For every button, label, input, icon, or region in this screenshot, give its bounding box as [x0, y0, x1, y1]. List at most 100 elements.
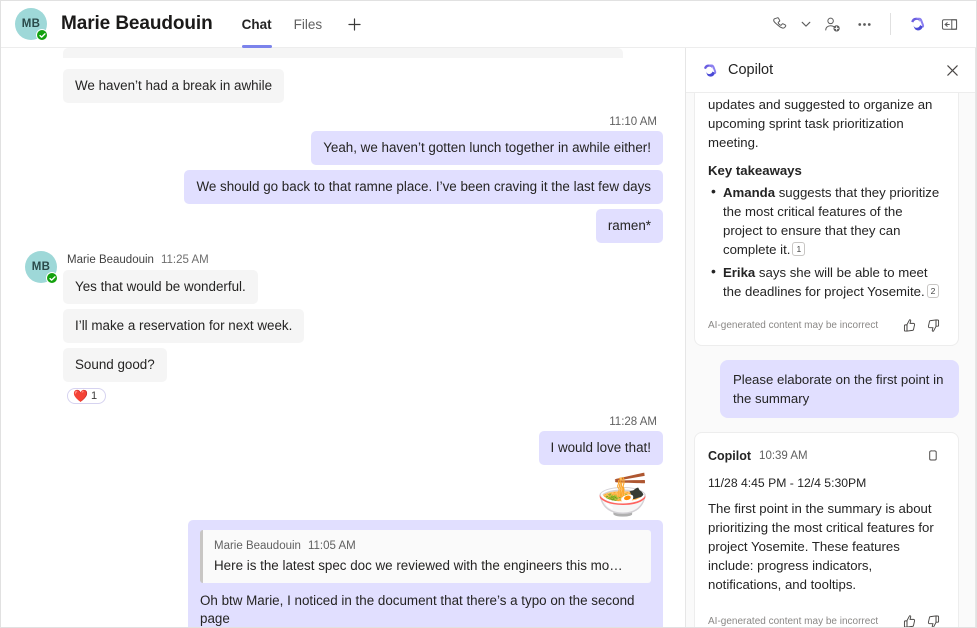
copilot-icon — [907, 14, 927, 34]
copilot-title: Copilot — [728, 62, 938, 78]
message-row: Yeah, we haven’t gotten lunch together i… — [15, 131, 663, 170]
copilot-summary-card: updates and suggested to organize an upc… — [694, 93, 959, 346]
takeaway-name: Amanda — [723, 185, 775, 200]
chat-header: MB Marie Beaudouin Chat Files — [1, 1, 976, 48]
panel-toggle-icon — [940, 15, 959, 34]
copy-button[interactable] — [923, 445, 945, 467]
list-item: Amanda suggests that they prioritize the… — [708, 183, 945, 259]
copilot-conversation[interactable]: updates and suggested to organize an upc… — [686, 93, 976, 627]
message-timestamp: 11:10 AM — [609, 116, 657, 128]
copilot-scrollbar[interactable] — [975, 48, 976, 627]
message-row: ramen* — [15, 209, 663, 248]
message-timestamp-row: 11:10 AM — [15, 108, 663, 131]
message-sender: Marie Beaudouin — [67, 254, 154, 266]
message-bubble[interactable]: Yes that would be wonderful. — [63, 270, 258, 304]
message-bubble[interactable]: ramen* — [596, 209, 663, 243]
message-content — [63, 48, 663, 69]
message-bubble[interactable]: I’ll make a reservation for next week. — [63, 309, 304, 343]
thumbs-down-icon — [926, 318, 941, 333]
header-divider — [890, 13, 891, 35]
message-text: Oh btw Marie, I noticed in the document … — [200, 592, 651, 627]
response-date-range: 11/28 4:45 PM - 12/4 5:30PM — [708, 476, 945, 490]
message-clipped — [15, 48, 663, 69]
message-row: We haven’t had a break in awhile — [15, 69, 663, 108]
presence-available-icon — [46, 272, 58, 284]
call-button[interactable] — [765, 9, 795, 39]
quote-sender: Marie Beaudouin — [214, 540, 301, 552]
heart-icon: ❤️ — [73, 390, 88, 402]
response-author: Copilot — [708, 449, 751, 463]
message-bubble[interactable]: We should go back to that ramne place. I… — [184, 170, 663, 204]
thumbs-down-button[interactable] — [921, 609, 945, 627]
copilot-panel: Copilot updates and suggested to organiz… — [685, 48, 976, 627]
avatar[interactable]: MB — [15, 8, 47, 40]
page-title: Marie Beaudouin — [61, 13, 213, 35]
message-bubble[interactable]: I would love that! — [539, 431, 664, 465]
message-content: Marie Beaudouin 11:25 AM Yes that would b… — [63, 248, 663, 408]
message-row: Marie Beaudouin11:05 AM Here is the late… — [15, 520, 663, 627]
takeaway-name: Erika — [723, 265, 755, 280]
copilot-header: Copilot — [686, 48, 976, 93]
copilot-user-prompt[interactable]: Please elaborate on the first point in t… — [720, 360, 959, 418]
copilot-button[interactable] — [902, 9, 932, 39]
ai-disclaimer: AI-generated content may be incorrect — [708, 320, 897, 331]
close-icon — [945, 63, 960, 78]
add-tab-button[interactable] — [339, 9, 369, 39]
citation-badge[interactable]: 2 — [927, 284, 940, 298]
message-bubble[interactable]: Sound good? — [63, 348, 167, 382]
response-timestamp: 10:39 AM — [759, 450, 923, 462]
summary-paragraph: updates and suggested to organize an upc… — [708, 95, 945, 152]
add-people-button[interactable] — [817, 9, 847, 39]
citation-badge[interactable]: 1 — [792, 242, 805, 256]
tab-files[interactable]: Files — [283, 1, 334, 48]
copy-icon — [927, 449, 941, 463]
close-copilot-button[interactable] — [938, 56, 966, 84]
thumbs-up-icon — [902, 614, 917, 628]
message-timestamp: 11:25 AM — [161, 254, 209, 266]
chat-tabs: Chat Files — [231, 1, 370, 48]
message-timestamp-row: 11:28 AM — [15, 408, 663, 431]
more-options-button[interactable] — [849, 9, 879, 39]
message-row: I would love that! — [15, 431, 663, 470]
message-gutter — [15, 48, 63, 69]
reaction-pill[interactable]: ❤️ 1 — [67, 388, 106, 404]
ramen-emoji-icon[interactable]: 🍜 — [597, 474, 649, 516]
key-takeaways-heading: Key takeaways — [708, 163, 945, 178]
chevron-down-icon — [800, 18, 812, 30]
thumbs-up-icon — [902, 318, 917, 333]
thumbs-up-button[interactable] — [897, 609, 921, 627]
call-options-button[interactable] — [797, 9, 815, 39]
key-takeaways-list: Amanda suggests that they prioritize the… — [708, 183, 945, 301]
tab-chat[interactable]: Chat — [231, 1, 283, 48]
avatar[interactable]: MB — [25, 251, 57, 283]
tab-files-label: Files — [294, 17, 323, 32]
call-icon — [771, 15, 790, 34]
thumbs-down-button[interactable] — [921, 313, 945, 337]
thumbs-down-icon — [926, 614, 941, 628]
message-meta: Marie Beaudouin 11:25 AM — [67, 254, 663, 266]
teams-chat-window: MB Marie Beaudouin Chat Files — [0, 0, 977, 628]
thumbs-up-button[interactable] — [897, 313, 921, 337]
message-bubble-with-quote[interactable]: Marie Beaudouin11:05 AM Here is the late… — [188, 520, 663, 627]
message-group: MB Marie Beaudouin 11:25 AM Yes that woul… — [15, 248, 663, 408]
tab-chat-label: Chat — [242, 17, 272, 32]
more-options-icon — [855, 15, 874, 34]
message-content: We haven’t had a break in awhile — [63, 69, 663, 108]
copilot-icon — [700, 61, 719, 80]
copilot-response-card: Copilot 10:39 AM 11/28 4:45 PM - 12/4 5:… — [694, 432, 959, 627]
toggle-side-panel-button[interactable] — [934, 9, 964, 39]
plus-icon — [346, 16, 363, 33]
message-timestamp: 11:28 AM — [609, 416, 657, 428]
message-bubble[interactable]: Yeah, we haven’t gotten lunch together i… — [311, 131, 663, 165]
copilot-card-footer: AI-generated content may be incorrect — [708, 605, 945, 627]
quoted-message[interactable]: Marie Beaudouin11:05 AM Here is the late… — [200, 530, 651, 583]
copilot-response-header: Copilot 10:39 AM — [708, 445, 945, 467]
chat-message-list[interactable]: We haven’t had a break in awhile 11:10 A… — [1, 48, 685, 627]
message-gutter: MB — [15, 248, 63, 408]
quote-meta: Marie Beaudouin11:05 AM — [214, 537, 641, 555]
message-gutter — [15, 69, 63, 108]
message-bubble[interactable]: We haven’t had a break in awhile — [63, 69, 284, 103]
copilot-card-footer: AI-generated content may be incorrect — [708, 309, 945, 337]
response-text: The first point in the summary is about … — [708, 499, 945, 594]
presence-available-icon — [36, 29, 48, 41]
